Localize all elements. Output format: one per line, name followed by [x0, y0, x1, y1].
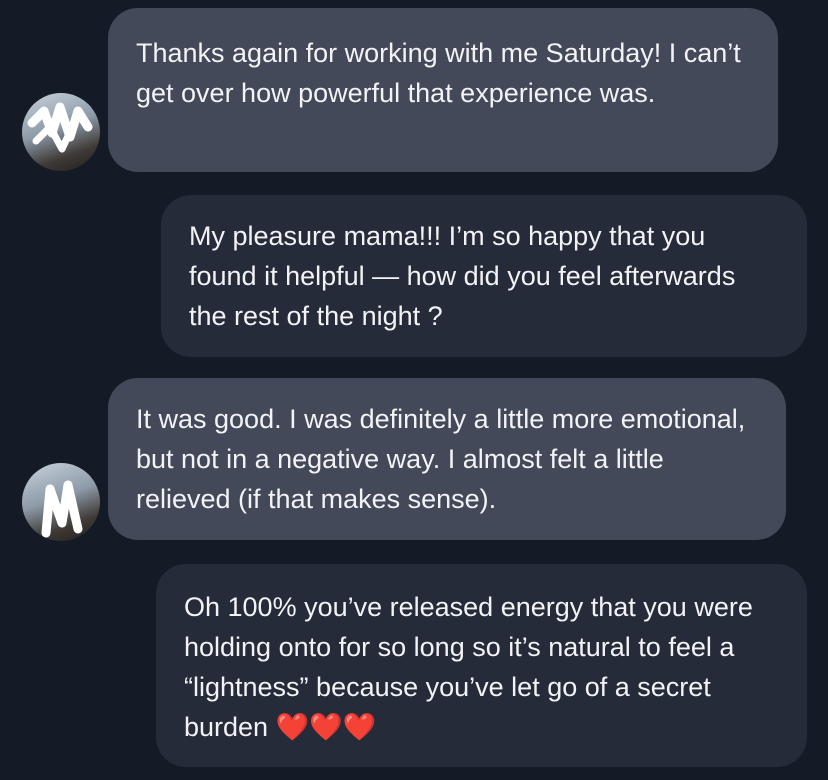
avatar-redaction-scribble	[27, 102, 93, 153]
message-bubble-incoming[interactable]: It was good. I was definitely a little m…	[108, 378, 786, 540]
contact-avatar[interactable]	[22, 93, 100, 171]
message-bubble-incoming[interactable]: Thanks again for working with me Saturda…	[108, 8, 778, 172]
message-bubble-outgoing[interactable]: My pleasure mama!!! I’m so happy that yo…	[161, 195, 807, 357]
message-text: Oh 100% you’ve released energy that you …	[184, 592, 753, 742]
contact-avatar[interactable]	[22, 463, 100, 541]
message-text: It was good. I was definitely a little m…	[136, 404, 746, 514]
message-bubble-outgoing[interactable]: Oh 100% you’ve released energy that you …	[156, 564, 807, 767]
message-text: Thanks again for working with me Saturda…	[136, 38, 741, 108]
avatar-redaction-scribble	[41, 480, 83, 538]
heart-emoji: ❤️❤️❤️	[275, 712, 377, 742]
message-text: My pleasure mama!!! I’m so happy that yo…	[189, 221, 736, 331]
